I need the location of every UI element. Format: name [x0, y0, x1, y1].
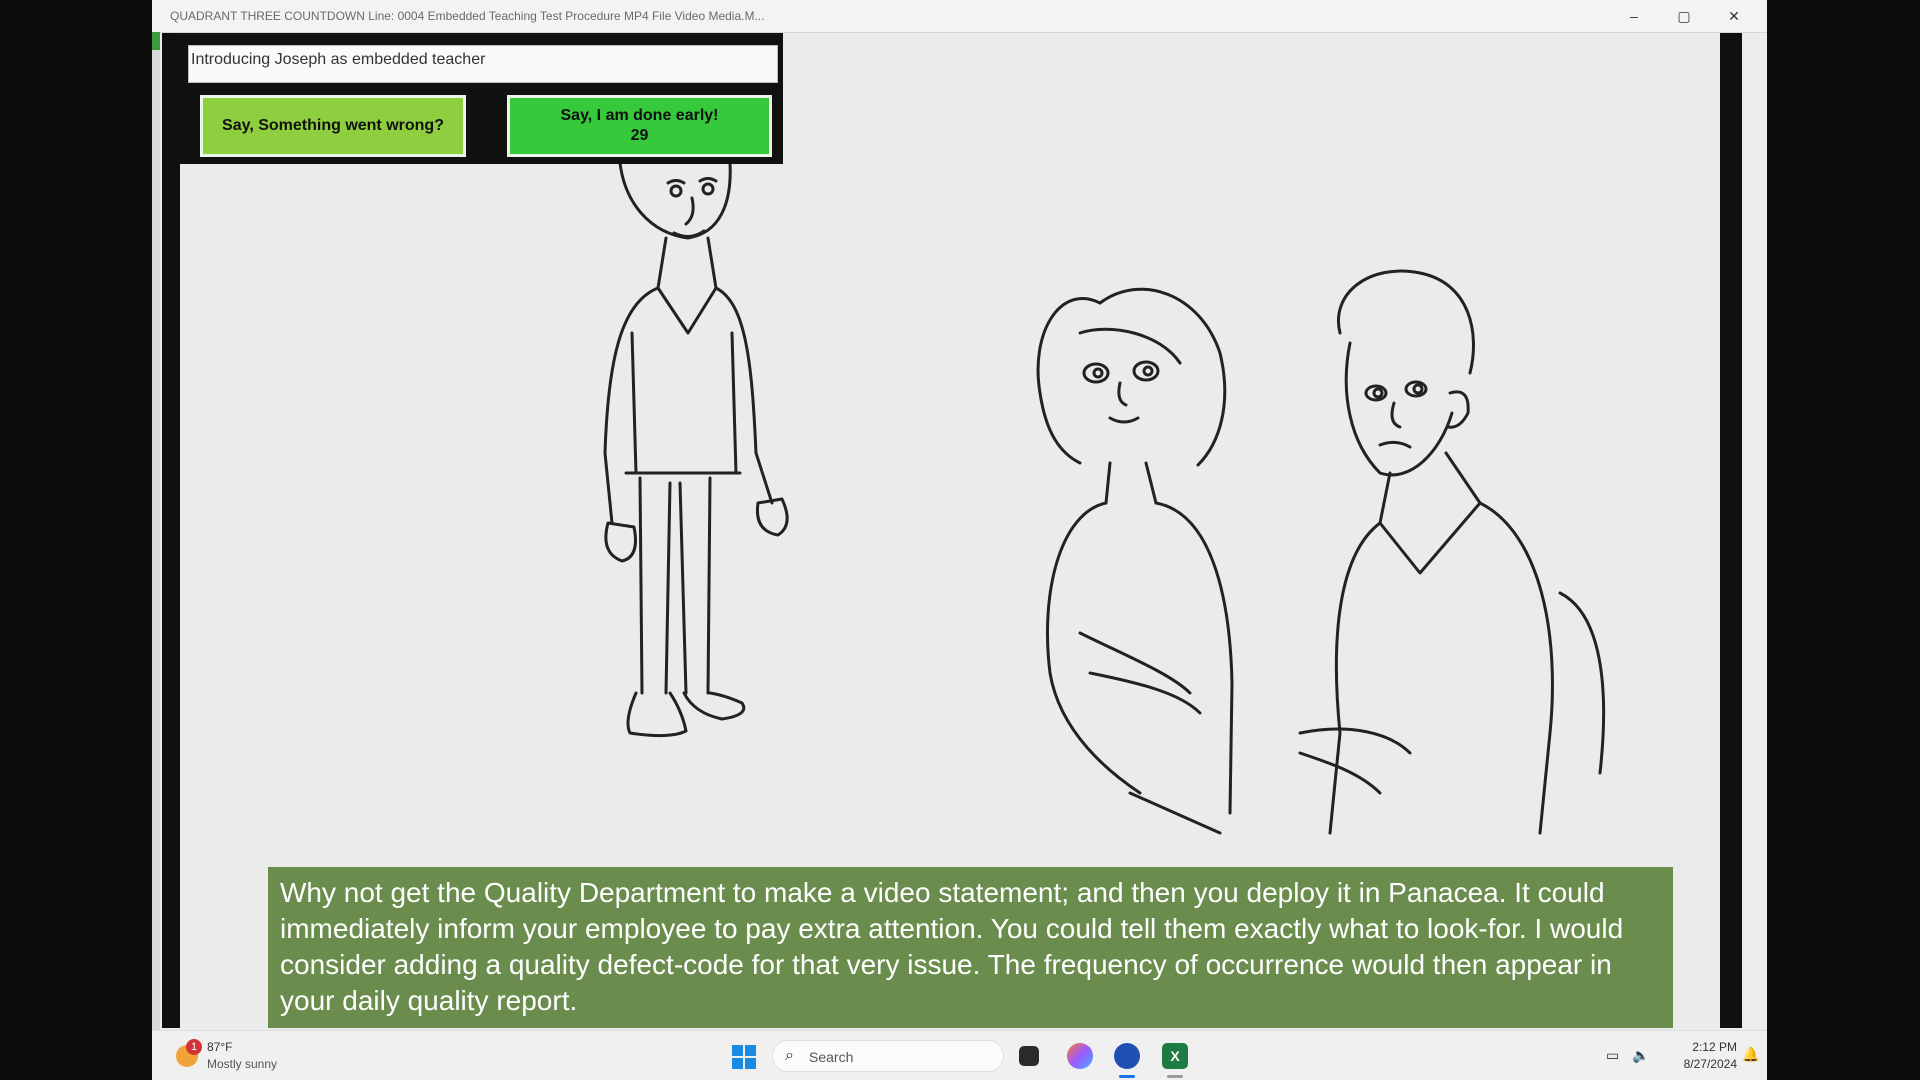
done-early-countdown: 29 — [630, 127, 649, 144]
video-stage: Why not get the Quality Department to ma… — [162, 33, 1742, 1028]
something-went-wrong-button[interactable]: Say, Something went wrong? — [200, 95, 466, 157]
weather-badge: 1 — [186, 1039, 202, 1055]
running-app-indicator — [1167, 1075, 1183, 1078]
file-explorer-icon[interactable] — [1019, 1046, 1039, 1066]
something-went-wrong-label: Say, Something went wrong? — [222, 117, 444, 134]
seated-woman-figure — [1036, 287, 1234, 835]
notification-bell-icon[interactable]: 🔔 — [1742, 1046, 1759, 1063]
app-window: QUADRANT THREE COUNTDOWN Line: 0004 Embe… — [152, 0, 1767, 1080]
clock-date[interactable]: 8/27/2024 — [1662, 1057, 1737, 1071]
maximize-icon[interactable]: ▢ — [1659, 0, 1709, 32]
weather-desc[interactable]: Mostly sunny — [207, 1057, 277, 1071]
search-icon: ⌕ — [785, 1047, 794, 1064]
standing-man-figure — [603, 161, 789, 738]
weather-temp[interactable]: 87°F — [207, 1040, 232, 1054]
close-icon[interactable]: ✕ — [1709, 0, 1759, 32]
search-input[interactable]: ⌕ Search — [772, 1040, 1004, 1072]
search-label: Search — [809, 1049, 854, 1065]
volume-icon[interactable]: 🔈 — [1632, 1047, 1649, 1064]
done-early-button[interactable]: Say, I am done early! 29 — [507, 95, 772, 157]
excel-icon[interactable]: X — [1162, 1043, 1188, 1069]
left-accent — [152, 32, 160, 50]
active-app-indicator — [1119, 1075, 1135, 1078]
clock-time[interactable]: 2:12 PM — [1677, 1040, 1737, 1054]
caption-box: Why not get the Quality Department to ma… — [268, 867, 1673, 1028]
taskbar: 1 87°F Mostly sunny ⌕ Search X ▭ 🔈 2:12 … — [152, 1030, 1767, 1080]
control-panel: Introducing Joseph as embedded teacher S… — [170, 33, 783, 164]
title-bar[interactable]: QUADRANT THREE COUNTDOWN Line: 0004 Embe… — [152, 0, 1767, 33]
windows-start-icon[interactable] — [732, 1045, 756, 1069]
caption-text: Why not get the Quality Department to ma… — [280, 877, 1624, 1016]
network-icon[interactable]: ▭ — [1606, 1047, 1619, 1064]
window-title: QUADRANT THREE COUNTDOWN Line: 0004 Embe… — [170, 9, 765, 23]
minimize-icon[interactable]: – — [1609, 0, 1659, 32]
scene-title-field[interactable]: Introducing Joseph as embedded teacher — [188, 45, 778, 83]
seated-man-figure — [1298, 269, 1606, 835]
done-early-label: Say, I am done early! — [560, 107, 719, 124]
video-canvas[interactable]: Why not get the Quality Department to ma… — [180, 33, 1720, 1028]
copilot-icon[interactable] — [1067, 1043, 1093, 1069]
browser-icon[interactable] — [1114, 1043, 1140, 1069]
left-strip — [152, 32, 160, 1030]
